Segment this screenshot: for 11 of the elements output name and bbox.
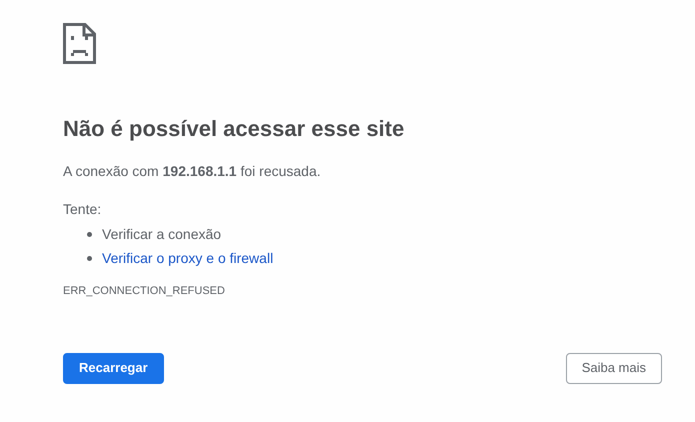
bullet-icon (87, 256, 92, 260)
reload-button[interactable]: Recarregar (63, 352, 164, 384)
proxy-firewall-link[interactable]: Verificar o proxy e o firewall (102, 248, 274, 268)
bullet-icon (87, 232, 92, 236)
suggestions-label: Tente: (63, 200, 102, 219)
suggestion-text: Verificar a conexão (102, 224, 222, 244)
learn-more-button[interactable]: Saiba mais (566, 352, 662, 384)
error-message: A conexão com 192.168.1.1 foi recusada. (63, 162, 321, 181)
error-code: ERR_CONNECTION_REFUSED (63, 284, 225, 299)
error-heading: Não é possível acessar esse site (63, 115, 404, 143)
sad-page-icon (63, 23, 96, 64)
